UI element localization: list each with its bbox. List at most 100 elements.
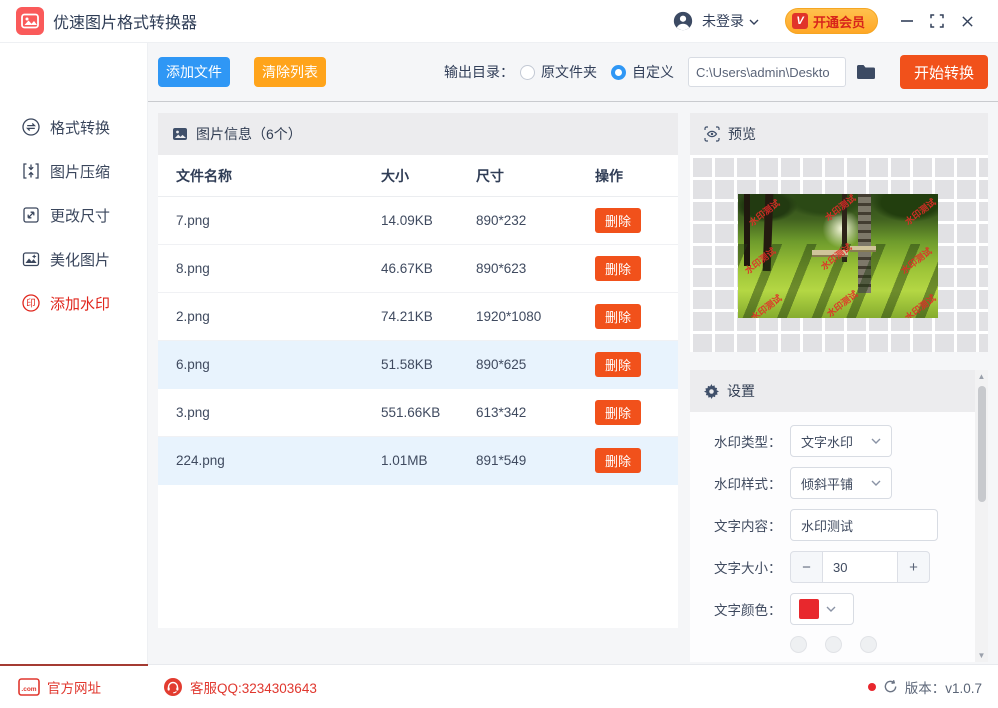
preview-panel-header: 预览	[690, 113, 988, 155]
file-dims: 890*623	[476, 261, 595, 276]
text-color-label: 文字颜色：	[714, 599, 790, 619]
qq-label: 客服QQ:3234303643	[190, 677, 317, 697]
file-panel-title: 图片信息（6个）	[196, 124, 302, 144]
file-name: 3.png	[176, 405, 381, 420]
delete-button[interactable]: 删除	[595, 352, 641, 377]
text-size-label: 文字大小：	[714, 557, 790, 577]
file-dims: 890*625	[476, 357, 595, 372]
svg-text:.com: .com	[21, 686, 36, 693]
clear-list-button[interactable]: 清除列表	[254, 57, 326, 87]
watermark-type-select[interactable]: 文字水印	[790, 425, 892, 457]
maximize-button[interactable]	[922, 6, 952, 36]
file-size: 551.66KB	[381, 405, 476, 420]
output-dir-label: 输出目录：	[444, 62, 514, 82]
table-row[interactable]: 2.png 74.21KB 1920*1080 删除	[158, 293, 678, 341]
stamp-icon: 印	[21, 293, 41, 313]
file-size: 51.58KB	[381, 357, 476, 372]
file-size: 74.21KB	[381, 309, 476, 324]
file-name: 2.png	[176, 309, 381, 324]
image-info-icon	[172, 126, 188, 142]
login-status[interactable]: 未登录	[702, 11, 744, 31]
close-button[interactable]	[952, 6, 982, 36]
watermark-text-input[interactable]	[790, 509, 938, 541]
app-logo-icon	[16, 7, 44, 35]
radio-checked-icon[interactable]	[611, 65, 626, 80]
file-panel-header: 图片信息（6个）	[158, 113, 678, 155]
table-header: 文件名称 大小 尺寸 操作	[158, 155, 678, 197]
delete-button[interactable]: 删除	[595, 208, 641, 233]
file-dims: 891*549	[476, 453, 595, 468]
preview-panel-title: 预览	[728, 124, 756, 144]
table-row[interactable]: 7.png 14.09KB 890*232 删除	[158, 197, 678, 245]
beautify-image-icon	[21, 249, 41, 269]
col-dims: 尺寸	[476, 166, 595, 186]
plus-button[interactable]: +	[897, 551, 930, 583]
titlebar: 优速图片格式转换器 未登录 V 开通会员	[0, 0, 998, 43]
sidebar-item-label: 美化图片	[50, 249, 110, 270]
open-vip-button[interactable]: V 开通会员	[785, 8, 878, 34]
chevron-down-icon[interactable]	[749, 19, 759, 25]
start-convert-button[interactable]: 开始转换	[900, 55, 988, 89]
folder-browse-icon[interactable]	[856, 64, 876, 80]
preview-image[interactable]: 水印测试 水印测试 水印测试 水印测试 水印测试 水印测试 水印测试 水印测试 …	[738, 194, 938, 318]
delete-button[interactable]: 删除	[595, 448, 641, 473]
scroll-up-icon[interactable]: ▲	[975, 372, 988, 381]
minus-button[interactable]: −	[790, 551, 823, 583]
compress-icon	[21, 161, 41, 181]
sidebar-item-image-compress[interactable]: 图片压缩	[0, 156, 147, 186]
delete-button[interactable]: 删除	[595, 304, 641, 329]
chevron-down-icon	[826, 606, 836, 612]
radio-unchecked-icon[interactable]	[520, 65, 535, 80]
position-dot[interactable]	[860, 636, 877, 653]
file-dims: 890*232	[476, 213, 595, 228]
toolbar-divider	[148, 101, 998, 102]
table-row[interactable]: 3.png 551.66KB 613*342 删除	[158, 389, 678, 437]
watermark-type-label: 水印类型：	[714, 431, 790, 451]
table-row-selected[interactable]: 6.png 51.58KB 890*625 删除	[158, 341, 678, 389]
status-dot	[868, 683, 876, 691]
delete-button[interactable]: 删除	[595, 400, 641, 425]
settings-panel-header: 设置	[690, 370, 988, 412]
settings-panel: 设置 水印类型： 文字水印 水印样式： 倾斜平铺	[690, 370, 988, 662]
watermark-style-select[interactable]: 倾斜平铺	[790, 467, 892, 499]
radio-original-folder[interactable]: 原文件夹	[520, 62, 597, 82]
font-size-stepper: − +	[790, 551, 930, 583]
refresh-icon[interactable]	[883, 679, 898, 694]
sidebar-item-beautify[interactable]: 美化图片	[0, 244, 147, 274]
user-avatar-icon[interactable]	[672, 10, 694, 32]
chevron-down-icon	[871, 480, 881, 486]
version-label: 版本：v1.0.7	[905, 677, 982, 697]
col-size: 大小	[381, 166, 476, 186]
official-website-link[interactable]: .com 官方网址	[18, 677, 101, 697]
file-dims: 1920*1080	[476, 309, 595, 324]
scroll-down-icon[interactable]: ▼	[975, 651, 988, 660]
scrollbar-thumb[interactable]	[978, 386, 986, 502]
table-row-selected[interactable]: 224.png 1.01MB 891*549 删除	[158, 437, 678, 485]
sidebar-item-resize[interactable]: 更改尺寸	[0, 200, 147, 230]
table-row[interactable]: 8.png 46.67KB 890*623 删除	[158, 245, 678, 293]
file-size: 1.01MB	[381, 453, 476, 468]
preview-eye-icon	[704, 126, 720, 142]
sidebar-item-format-convert[interactable]: 格式转换	[0, 112, 147, 142]
customer-service-link[interactable]: 客服QQ:3234303643	[163, 677, 317, 697]
resize-icon	[21, 205, 41, 225]
radio-custom-folder[interactable]: 自定义	[611, 62, 674, 82]
position-dot[interactable]	[790, 636, 807, 653]
browser-com-icon: .com	[18, 678, 40, 696]
output-path-input[interactable]	[688, 57, 846, 87]
color-picker[interactable]	[790, 593, 854, 625]
delete-button[interactable]: 删除	[595, 256, 641, 281]
add-files-button[interactable]: 添加文件	[158, 57, 230, 87]
preview-panel: 预览 水印测试 水印测试 水印测试 水印测试 水印测试 水	[690, 113, 988, 352]
sidebar-item-watermark[interactable]: 印 添加水印	[0, 288, 147, 318]
chevron-down-icon	[871, 438, 881, 444]
transparency-checkerboard: 水印测试 水印测试 水印测试 水印测试 水印测试 水印测试 水印测试 水印测试 …	[690, 155, 988, 352]
font-size-input[interactable]	[823, 551, 897, 583]
app-title: 优速图片格式转换器	[53, 9, 197, 33]
settings-scrollbar[interactable]: ▲ ▼	[975, 370, 988, 662]
col-name: 文件名称	[176, 166, 381, 186]
park-bench	[850, 246, 876, 252]
file-name: 224.png	[176, 453, 381, 468]
minimize-button[interactable]	[892, 6, 922, 36]
position-dot[interactable]	[825, 636, 842, 653]
